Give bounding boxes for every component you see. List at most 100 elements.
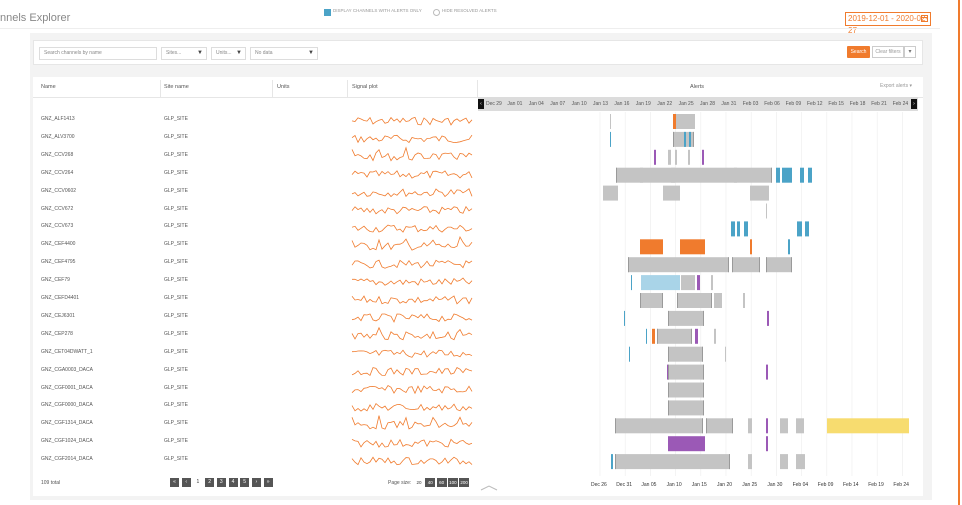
chevron-down-icon: ▼ xyxy=(308,50,314,56)
scale-date-label: Jan 07 xyxy=(550,101,566,107)
scale-date-label: Jan 16 xyxy=(614,101,630,107)
row-channel-name[interactable]: GNZ_CCV268 xyxy=(41,152,73,158)
row-site-name: GLP_SITE xyxy=(164,169,188,176)
row-channel-name[interactable]: GNZ_CCV0602 xyxy=(41,188,76,194)
column-header-units[interactable]: Units xyxy=(277,84,290,90)
hide-resolved-toggle[interactable] xyxy=(433,9,440,16)
chevron-down-icon: ▼ xyxy=(197,50,203,56)
row-channel-name[interactable]: GNZ_CEF4795 xyxy=(41,259,75,265)
row-site-name: GLP_SITE xyxy=(164,402,188,409)
date-range-picker[interactable]: 2019-12-01 - 2020-02-27 xyxy=(845,12,931,35)
column-header-site[interactable]: Site name xyxy=(164,84,189,90)
row-channel-name[interactable]: GNZ_CGF0001_DACA xyxy=(41,385,93,391)
page-size-option[interactable]: 200 xyxy=(459,478,470,487)
scale-date-label: Feb 15 xyxy=(828,101,844,107)
scale-date-label: Feb 21 xyxy=(871,101,887,107)
scale-date-label: Feb 09 xyxy=(785,101,802,107)
search-button[interactable]: Search xyxy=(847,46,870,58)
date-range-value: 2019-12-01 - 2020-02-27 xyxy=(848,14,929,35)
column-header-alerts: Alerts xyxy=(690,84,705,90)
scale-date-label: Jan 04 xyxy=(528,101,544,107)
axis-date-label: Jan 30 xyxy=(767,482,783,488)
column-header-signal: Signal plot xyxy=(352,84,378,90)
row-site-name: GLP_SITE xyxy=(164,116,188,122)
axis-date-label: Feb 14 xyxy=(843,482,859,488)
scale-date-label: Jan 28 xyxy=(700,101,716,107)
page-title: nnels Explorer xyxy=(0,12,71,24)
page-size-option[interactable]: 20 xyxy=(414,478,424,487)
row-site-name: GLP_SITE xyxy=(164,205,188,212)
row-site-name: GLP_SITE xyxy=(164,366,188,373)
row-site-name: GLP_SITE xyxy=(164,277,188,284)
row-channel-name[interactable]: GNZ_CEF4400 xyxy=(41,241,75,247)
pagination-button[interactable]: 5 xyxy=(240,478,250,487)
row-channel-name[interactable]: GNZ_CGA0003_DACA xyxy=(41,367,93,373)
scale-date-label: Feb 12 xyxy=(807,101,823,107)
row-channel-name[interactable]: GNZ_ALF1413 xyxy=(41,116,75,122)
row-site-name: GLP_SITE xyxy=(164,259,188,266)
row-site-name: GLP_SITE xyxy=(164,456,188,463)
row-site-name: GLP_SITE xyxy=(164,348,188,355)
row-channel-name[interactable]: GNZ_CGF1024_DACA xyxy=(41,438,93,444)
scale-date-label: Jan 01 xyxy=(507,101,523,107)
total-count: 109 total xyxy=(41,480,61,486)
scale-date-label: Feb 03 xyxy=(742,101,759,107)
pagination-button[interactable]: ‹ xyxy=(181,478,191,487)
axis-date-label: Feb 09 xyxy=(817,482,834,488)
page-size-option[interactable]: 40 xyxy=(425,478,436,487)
scale-date-label: Jan 31 xyxy=(721,101,737,107)
pagination-button[interactable]: 4 xyxy=(228,478,238,487)
timeline-next-button[interactable]: › xyxy=(911,99,917,109)
date-select[interactable]: No data ▼ xyxy=(250,47,318,60)
scale-date-label: Feb 18 xyxy=(849,101,866,107)
row-site-name: GLP_SITE xyxy=(164,187,188,194)
scale-date-label: Jan 19 xyxy=(635,101,651,107)
clear-options-dropdown[interactable]: ▾ xyxy=(904,46,916,58)
pagination-button[interactable]: » xyxy=(263,478,273,487)
column-divider xyxy=(477,80,478,97)
pagination-button[interactable]: 1 xyxy=(193,478,203,487)
axis-date-label: Jan 20 xyxy=(717,482,733,488)
display-alerts-label: DISPLAY CHANNELS WITH ALERTS ONLY xyxy=(333,8,422,13)
row-channel-name[interactable]: GNZ_CET04DWATT_1 xyxy=(41,349,93,355)
scroll-indicator-icon xyxy=(480,485,498,491)
page-size-option[interactable]: 60 xyxy=(436,478,447,487)
row-channel-name[interactable]: GNZ_CEP278 xyxy=(41,331,73,337)
row-channel-name[interactable]: GNZ_CEFD4401 xyxy=(41,295,79,301)
window-edge-accent xyxy=(958,0,960,505)
row-site-name: GLP_SITE xyxy=(164,223,188,230)
row-site-name: GLP_SITE xyxy=(164,133,188,140)
axis-date-label: Jan 10 xyxy=(666,482,682,488)
page-size-option[interactable]: 100 xyxy=(447,478,458,487)
page-size-label: Page size: xyxy=(388,480,412,486)
display-alerts-checkbox[interactable] xyxy=(324,9,331,16)
pagination-button[interactable]: 3 xyxy=(216,478,226,487)
row-channel-name[interactable]: GNZ_CEF79 xyxy=(41,277,70,283)
pagination-button[interactable]: 2 xyxy=(205,478,215,487)
row-site-name: GLP_SITE xyxy=(164,438,188,445)
column-header-name[interactable]: Name xyxy=(41,84,56,90)
axis-date-label: Dec 31 xyxy=(616,482,633,488)
row-channel-name[interactable]: GNZ_CEJ6301 xyxy=(41,313,75,319)
row-channel-name[interactable]: GNZ_CGF0000_DACA xyxy=(41,402,93,408)
units-select[interactable]: Units... ▼ xyxy=(211,47,246,60)
axis-date-label: Jan 05 xyxy=(641,482,657,488)
row-channel-name[interactable]: GNZ_CCV264 xyxy=(41,170,73,176)
row-channel-name[interactable]: GNZ_ALV3700 xyxy=(41,134,75,140)
export-alerts-button[interactable]: Export alerts ▾ xyxy=(880,83,912,89)
scale-date-label: Feb 06 xyxy=(764,101,780,107)
sites-select[interactable]: Sites... ▼ xyxy=(161,47,207,60)
row-channel-name[interactable]: GNZ_CCV672 xyxy=(41,206,73,212)
pagination-button[interactable]: › xyxy=(251,478,261,487)
scale-date-label: Dec 29 xyxy=(486,101,502,107)
row-channel-name[interactable]: GNZ_CGF2014_DACA xyxy=(41,456,93,462)
column-divider xyxy=(160,80,161,97)
clear-filters-button[interactable]: Clear filters xyxy=(872,46,904,58)
chevron-down-icon: ▼ xyxy=(236,50,242,56)
pagination-button[interactable]: « xyxy=(170,478,179,487)
search-input[interactable]: Search channels by name xyxy=(39,47,157,60)
row-channel-name[interactable]: GNZ_CCV673 xyxy=(41,223,73,229)
row-channel-name[interactable]: GNZ_CGF1314_DACA xyxy=(41,420,93,426)
timeline-prev-button[interactable]: ‹ xyxy=(478,99,484,109)
column-divider xyxy=(347,80,348,97)
